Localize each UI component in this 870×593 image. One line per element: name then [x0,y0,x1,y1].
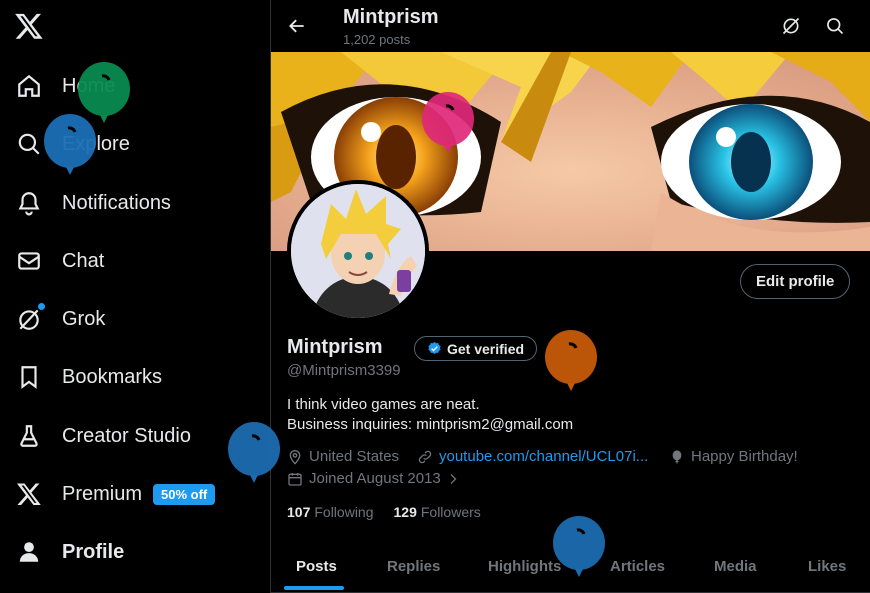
sidebar-item-label: Premium [62,482,143,505]
home-icon [18,74,40,97]
balloon-decoration [422,92,474,153]
tab-posts[interactable]: Posts [296,540,337,592]
search-icon[interactable] [825,16,845,36]
following-link[interactable]: 107 Following [287,504,374,520]
sidebar-item-label: Creator Studio [62,424,191,447]
flask-icon [20,425,38,447]
sidebar-item-label: Profile [62,540,125,563]
balloon-decoration [228,422,280,483]
chevron-right-icon[interactable] [447,473,459,485]
following-label: Following [314,504,374,520]
followers-count: 129 [393,504,417,520]
location: United States [287,448,399,465]
sidebar-item-premium[interactable]: Premium 50% off [16,474,216,514]
sidebar-item-creator-studio[interactable]: Creator Studio [16,416,191,456]
bio-line: I think video games are neat. [287,396,480,413]
bio-line: Business inquiries: mintprism2@gmail.com [287,416,574,433]
bookmark-icon [21,366,37,389]
tab-replies[interactable]: Replies [387,540,440,592]
followers-label: Followers [420,504,481,520]
avatar[interactable] [287,180,429,322]
location-text: United States [309,448,400,465]
balloon-icon [672,449,682,464]
link-icon [418,450,432,463]
website-link[interactable]: youtube.com/channel/UCL07i... [439,448,648,465]
sidebar-item-grok[interactable]: Grok [16,299,105,339]
sidebar-item-label: Notifications [62,191,171,214]
get-verified-label: Get verified [447,340,525,357]
tab-articles[interactable]: Articles [610,540,665,592]
location-pin-icon [289,449,301,465]
avatar-artwork [291,184,425,318]
balloon-decoration [553,516,605,577]
following-count: 107 [287,504,311,520]
birthday: Happy Birthday! [669,448,798,465]
profile-bio: I think video games are neat. Business i… [287,395,573,435]
sidebar: Home Explore Notifications Chat Grok Boo… [0,0,270,593]
active-tab-indicator [284,586,344,590]
profile-name: Mintprism [287,336,383,358]
notification-dot [38,303,45,310]
follow-stats: 107 Following 129 Followers [287,504,501,520]
x-logo-icon[interactable] [14,11,44,41]
birthday-text: Happy Birthday! [691,448,798,465]
sidebar-item-bookmarks[interactable]: Bookmarks [16,357,162,397]
search-icon [18,133,40,155]
grok-icon[interactable] [781,16,801,36]
discount-badge[interactable]: 50% off [153,483,216,505]
edit-profile-button[interactable]: Edit profile [740,264,851,299]
get-verified-button[interactable]: Get verified [414,336,538,361]
post-count: 1,202 posts [343,32,411,47]
bell-icon [18,192,40,216]
sidebar-item-label: Bookmarks [62,365,163,388]
verified-badge-icon [428,341,441,354]
grok-icon [19,309,39,330]
person-icon [19,542,39,562]
joined-text: Joined August 2013 [309,470,441,487]
sidebar-item-chat[interactable]: Chat [16,241,104,281]
joined-date: Joined August 2013 [287,470,465,487]
back-arrow-icon[interactable] [287,16,307,36]
sidebar-item-label: Chat [62,249,105,272]
profile-handle: @Mintprism3399 [287,362,401,379]
page-title: Mintprism [343,6,439,28]
mail-icon [18,252,40,270]
followers-link[interactable]: 129 Followers [394,504,481,520]
profile-column: Mintprism 1,202 posts Edit profile Mintp… [271,0,870,593]
sidebar-item-notifications[interactable]: Notifications [16,183,171,223]
tab-likes[interactable]: Likes [808,540,846,592]
balloon-decoration [545,330,597,391]
profile-header-bar: Mintprism 1,202 posts [271,0,870,52]
sidebar-item-label: Grok [62,307,106,330]
balloon-decoration [44,114,96,175]
tab-media[interactable]: Media [714,540,757,592]
x-logo-icon [16,483,41,506]
calendar-icon [288,472,302,486]
sidebar-item-profile[interactable]: Profile [16,532,124,572]
website: youtube.com/channel/UCL07i... [417,448,648,465]
